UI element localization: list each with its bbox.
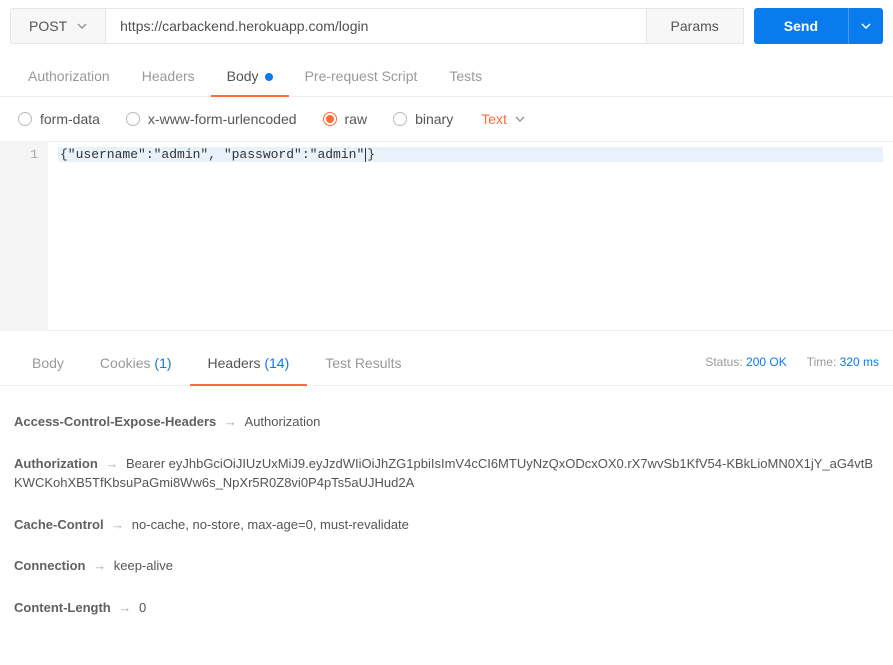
radio-icon [126, 112, 140, 126]
resp-tab-body[interactable]: Body [14, 349, 82, 385]
content-type-dropdown[interactable]: Text [481, 111, 525, 127]
header-row: Cache-Control → no-cache, no-store, max-… [14, 515, 879, 535]
tab-headers[interactable]: Headers [126, 62, 211, 96]
response-headers-list: Access-Control-Expose-Headers → Authoriz… [0, 386, 893, 665]
radio-icon [323, 112, 337, 126]
tab-prerequest[interactable]: Pre-request Script [289, 62, 434, 96]
header-name: Content-Length [14, 600, 111, 615]
header-name: Connection [14, 558, 86, 573]
arrow-icon: → [108, 517, 128, 532]
chevron-down-icon [515, 116, 525, 122]
code-area[interactable]: {"username":"admin", "password":"admin"} [48, 142, 893, 330]
header-name: Authorization [14, 456, 98, 471]
resp-tab-testresults[interactable]: Test Results [307, 349, 419, 385]
tab-body[interactable]: Body [211, 62, 289, 96]
header-row: Authorization → Bearer eyJhbGciOiJIUzUxM… [14, 454, 879, 493]
send-dropdown-button[interactable] [848, 8, 883, 44]
chevron-down-icon [861, 23, 871, 29]
resp-tab-headers[interactable]: Headers (14) [190, 349, 308, 385]
params-button[interactable]: Params [647, 8, 744, 44]
arrow-icon: → [115, 600, 135, 615]
arrow-icon: → [102, 456, 122, 471]
request-tabs: Authorization Headers Body Pre-request S… [0, 52, 893, 97]
line-gutter: 1 [0, 142, 48, 330]
code-line: {"username":"admin", "password":"admin"} [60, 147, 375, 162]
radio-icon [18, 112, 32, 126]
resp-tab-cookies[interactable]: Cookies (1) [82, 349, 190, 385]
body-type-selector: form-data x-www-form-urlencoded raw bina… [0, 97, 893, 141]
url-input[interactable] [106, 8, 646, 44]
radio-icon [393, 112, 407, 126]
send-button[interactable]: Send [754, 8, 848, 44]
header-value: 0 [139, 600, 146, 615]
tab-authorization[interactable]: Authorization [12, 62, 126, 96]
method-select[interactable]: POST [10, 8, 106, 44]
header-name: Cache-Control [14, 517, 104, 532]
header-value: no-cache, no-store, max-age=0, must-reva… [132, 517, 409, 532]
header-value: Bearer eyJhbGciOiJIUzUxMiJ9.eyJzdWIiOiJh… [14, 456, 873, 491]
tab-tests[interactable]: Tests [433, 62, 498, 96]
unsaved-dot-icon [265, 73, 273, 81]
response-tabs: Body Cookies (1) Headers (14) Test Resul… [14, 349, 420, 385]
header-value: Authorization [245, 414, 321, 429]
method-label: POST [29, 18, 67, 34]
chevron-down-icon [77, 23, 87, 29]
time-value: 320 ms [840, 355, 879, 369]
header-row: Access-Control-Expose-Headers → Authoriz… [14, 412, 879, 432]
radio-formdata[interactable]: form-data [18, 111, 100, 127]
arrow-icon: → [220, 414, 240, 429]
header-value: keep-alive [114, 558, 173, 573]
status-value: 200 OK [746, 355, 787, 369]
radio-urlencoded[interactable]: x-www-form-urlencoded [126, 111, 297, 127]
response-stats: Status: 200 OK Time: 320 ms [705, 355, 879, 379]
header-row: Connection → keep-alive [14, 556, 879, 576]
header-row: Content-Length → 0 [14, 598, 879, 618]
arrow-icon: → [90, 558, 110, 573]
body-editor[interactable]: 1 {"username":"admin", "password":"admin… [0, 141, 893, 331]
header-name: Access-Control-Expose-Headers [14, 414, 216, 429]
radio-binary[interactable]: binary [393, 111, 453, 127]
radio-raw[interactable]: raw [323, 111, 368, 127]
